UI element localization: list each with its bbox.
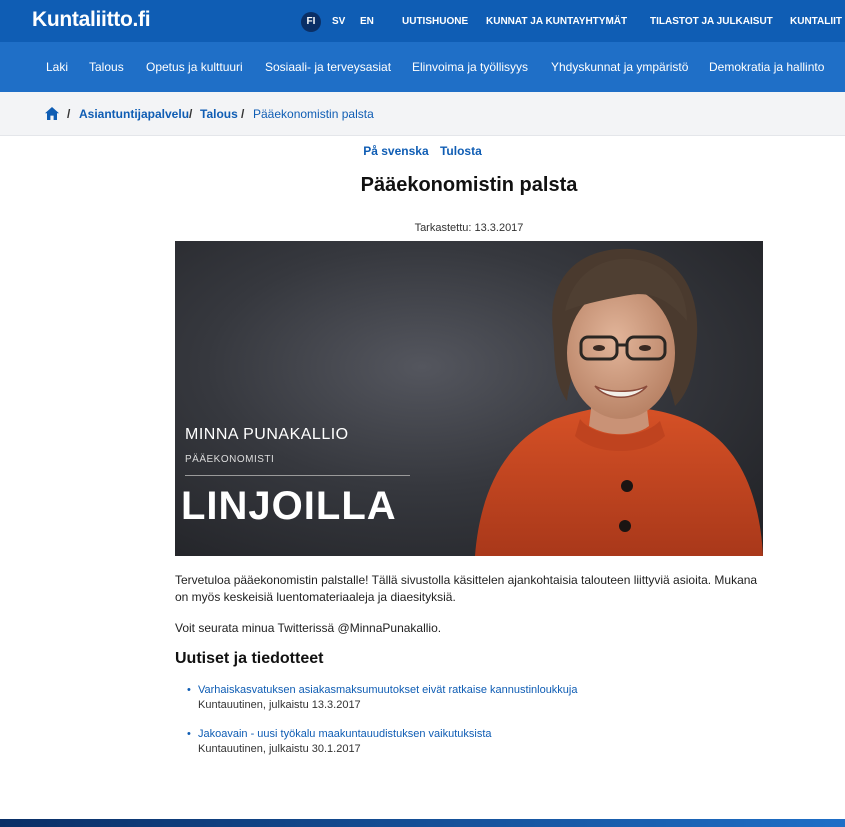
news-meta: Kuntauutinen, julkaistu 30.1.2017 xyxy=(198,743,361,755)
main-nav: Laki Talous Opetus ja kulttuuri Sosiaali… xyxy=(0,42,845,92)
page-title: Pääekonomistin palsta xyxy=(360,174,578,196)
footer-bar xyxy=(0,819,845,827)
nav-item-laki[interactable]: Laki xyxy=(46,60,68,74)
list-item: • Jakoavain - uusi työkalu maakuntauudis… xyxy=(187,727,492,757)
checked-date: Tarkastettu: 13.3.2017 xyxy=(0,222,845,234)
breadcrumb-separator: / xyxy=(67,107,71,121)
breadcrumb-separator: / xyxy=(189,107,193,121)
hero-headline: LINJOILLA xyxy=(181,484,397,528)
hero-role: PÄÄEKONOMISTI xyxy=(185,454,275,465)
hero-name: MINNA PUNAKALLIO xyxy=(185,426,349,443)
site-logo[interactable]: Kuntaliitto.fi xyxy=(32,8,151,32)
top-link-tilastot[interactable]: TILASTOT JA JULKAISUT xyxy=(650,12,773,32)
nav-item-talous[interactable]: Talous xyxy=(89,60,124,74)
breadcrumb-talous[interactable]: Talous xyxy=(200,107,238,121)
news-meta: Kuntauutinen, julkaistu 13.3.2017 xyxy=(198,699,361,711)
top-link-kuntaliitto[interactable]: KUNTALIIT xyxy=(790,12,842,32)
hero-divider xyxy=(185,475,410,476)
nav-item-sosiaali[interactable]: Sosiaali- ja terveysasiat xyxy=(265,60,391,74)
breadcrumb-asiantuntijapalvelu[interactable]: Asiantuntijapalvelu xyxy=(79,107,189,121)
checked-value: 13.3.2017 xyxy=(474,222,524,234)
news-link[interactable]: Jakoavain - uusi työkalu maakuntauudistu… xyxy=(198,727,492,742)
print-link[interactable]: Tulosta xyxy=(440,144,482,158)
bullet-icon: • xyxy=(187,684,191,696)
bullet-icon: • xyxy=(187,728,191,740)
lang-en[interactable]: EN xyxy=(360,12,374,32)
nav-item-demokratia[interactable]: Demokratia ja hallinto xyxy=(709,60,824,74)
swedish-link[interactable]: På svenska xyxy=(363,144,428,158)
nav-item-opetus[interactable]: Opetus ja kulttuuri xyxy=(146,60,243,74)
top-bar: Kuntaliitto.fi FI SV EN UUTISHUONE KUNNA… xyxy=(0,0,845,42)
news-link[interactable]: Varhaiskasvatuksen asiakasmaksumuutokset… xyxy=(198,683,578,698)
list-item: • Varhaiskasvatuksen asiakasmaksumuutoks… xyxy=(187,683,578,713)
home-icon[interactable] xyxy=(45,107,59,120)
news-heading: Uutiset ja tiedotteet xyxy=(175,650,324,667)
hero-banner: MINNA PUNAKALLIO PÄÄEKONOMISTI LINJOILLA xyxy=(175,241,763,556)
top-link-uutishuone[interactable]: UUTISHUONE xyxy=(402,12,468,32)
breadcrumb-current: Pääekonomistin palsta xyxy=(253,107,374,121)
breadcrumb-separator: / xyxy=(241,107,245,121)
breadcrumb: / Asiantuntijapalvelu / Talous / Pääekon… xyxy=(0,92,845,136)
content-fade xyxy=(0,762,845,792)
lang-sv[interactable]: SV xyxy=(332,12,345,32)
nav-item-yhdyskunnat[interactable]: Yhdyskunnat ja ympäristö xyxy=(551,60,688,74)
top-link-kunnat[interactable]: KUNNAT JA KUNTAYHTYMÄT xyxy=(486,12,627,32)
twitter-text: Voit seurata minua Twitterissä @MinnaPun… xyxy=(175,621,442,635)
intro-text: Tervetuloa pääekonomistin palstalle! Täl… xyxy=(175,573,758,604)
nav-item-elinvoima[interactable]: Elinvoima ja työllisyys xyxy=(412,60,528,74)
page-actions: På svenska Tulosta xyxy=(0,144,845,158)
checked-label: Tarkastettu: xyxy=(414,222,472,234)
lang-fi[interactable]: FI xyxy=(301,12,321,32)
